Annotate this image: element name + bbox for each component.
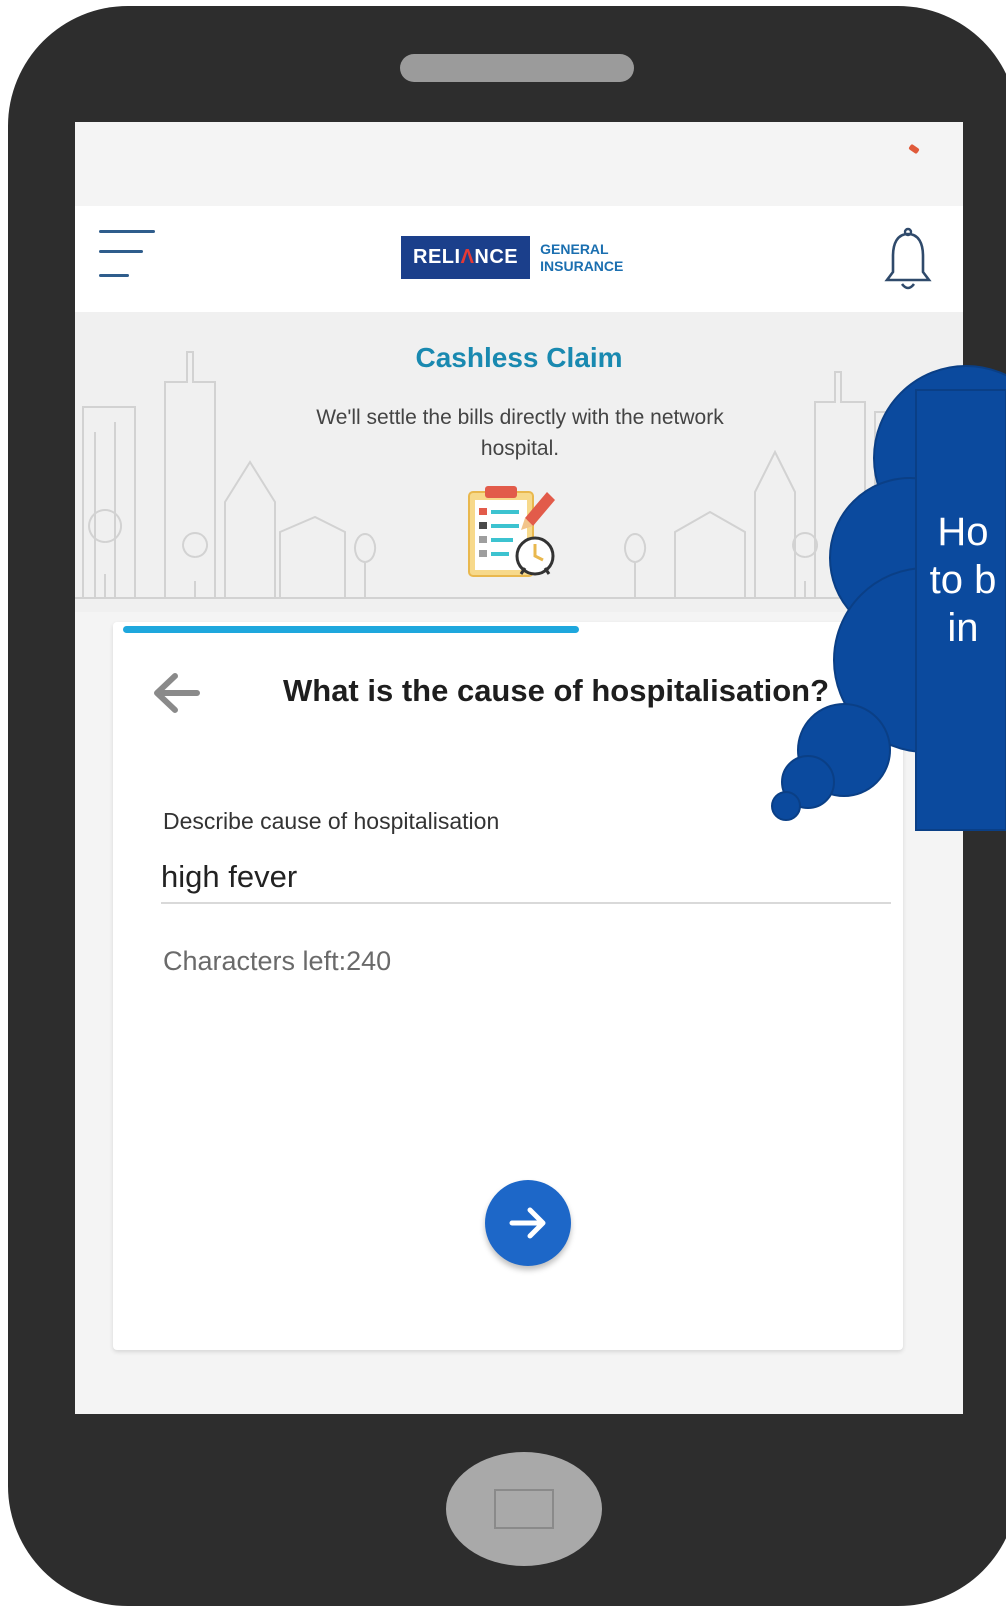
question-heading: What is the cause of hospitalisation? [283, 673, 830, 708]
bell-icon[interactable] [883, 226, 933, 296]
status-indicator-icon [908, 143, 920, 155]
field-label: Describe cause of hospitalisation [163, 808, 500, 834]
clipboard-clock-icon [468, 486, 555, 577]
brand-logo: RELIΛNCE GENERAL INSURANCE [401, 236, 623, 279]
arrow-right-icon [509, 1207, 546, 1239]
next-button[interactable] [485, 1180, 571, 1266]
logo-sub-line2: INSURANCE [540, 257, 624, 274]
characters-left: Characters left:240 [163, 946, 392, 976]
home-button[interactable] [446, 1452, 602, 1566]
progress-fill [123, 626, 579, 633]
phone-speaker [400, 54, 634, 82]
app-header: RELIΛNCE GENERAL INSURANCE [75, 206, 963, 312]
callout-line3: in [947, 606, 979, 650]
hamburger-icon[interactable] [99, 228, 159, 288]
progress-bar [123, 626, 883, 633]
home-button-square-icon [494, 1489, 554, 1529]
callout-line2: to b [929, 558, 997, 602]
callout-line1: Ho [937, 510, 989, 554]
arrow-left-icon[interactable] [149, 668, 205, 718]
logo-subtitle: GENERAL INSURANCE [540, 241, 623, 275]
logo-wordmark: RELIΛNCE [401, 236, 531, 279]
cause-input[interactable] [161, 852, 891, 904]
page-subtitle: We'll settle the bills directly with the… [316, 406, 724, 460]
thought-bubble-text: Ho to b in [920, 508, 1006, 652]
status-bar [75, 122, 963, 206]
logo-sub-line1: GENERAL [540, 240, 609, 257]
